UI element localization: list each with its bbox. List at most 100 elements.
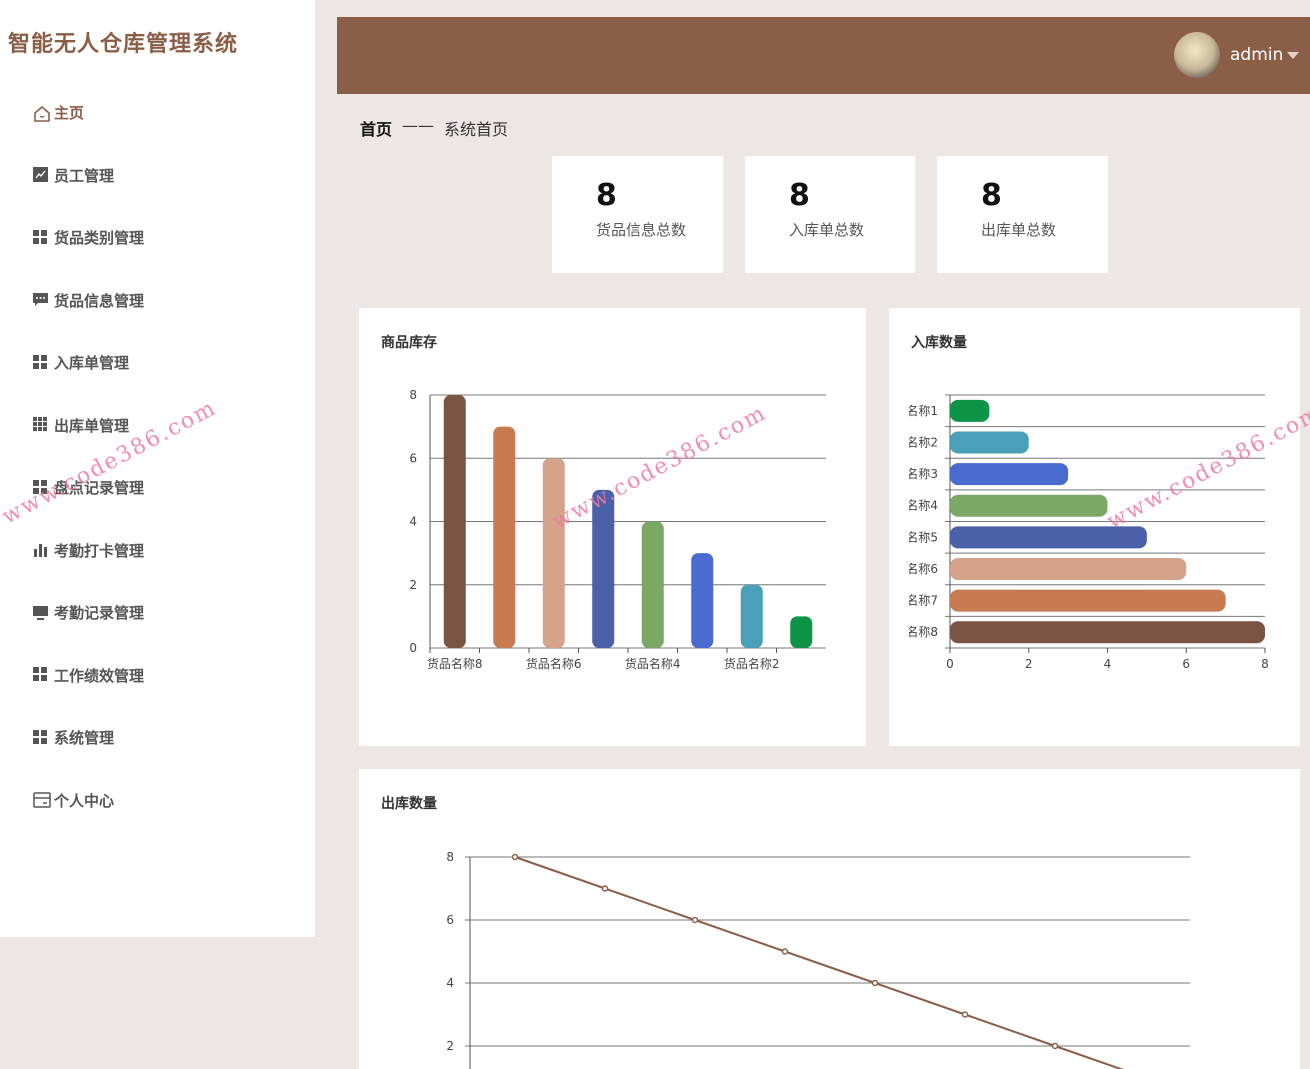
y-tick-label: 8 <box>409 388 417 402</box>
bar <box>790 616 813 648</box>
sidebar-item[interactable]: 个人中心 <box>33 790 114 811</box>
sidebar-item-label: 考勤记录管理 <box>54 604 145 622</box>
y-tick-label: 货品名称7 <box>889 593 938 608</box>
stat-card-inbound: 8 入库单总数 <box>745 156 915 273</box>
sidebar-item[interactable]: 员工管理 <box>33 165 114 186</box>
bar <box>493 426 516 648</box>
sidebar-item-label: 盘点记录管理 <box>54 479 145 497</box>
stock-chart: 0 2 4 6 8 货品名称8 货品名称6 货品名称4 货品名称2 <box>409 388 826 671</box>
bar-chart-icon <box>33 542 49 558</box>
sidebar: 智能无人仓库管理系统 主页员工管理货品类别管理货品信息管理入库单管理出库单管理盘… <box>0 0 315 937</box>
sidebar-item[interactable]: 出库单管理 <box>33 415 129 436</box>
stat-label: 出库单总数 <box>981 221 1057 239</box>
y-tick-label: 4 <box>446 976 454 990</box>
bar <box>950 431 1029 454</box>
username[interactable]: admin <box>1230 45 1283 65</box>
x-tick-label: 货品名称6 <box>526 656 582 671</box>
y-tick-label: 8 <box>446 850 454 864</box>
y-tick-label: 货品名称4 <box>889 498 938 513</box>
sidebar-item-label: 工作绩效管理 <box>54 666 145 685</box>
sidebar-item-label: 主页 <box>54 104 85 122</box>
sidebar-item[interactable]: 货品类别管理 <box>33 227 144 248</box>
sidebar-item[interactable]: 系统管理 <box>33 727 114 748</box>
bar <box>443 395 466 648</box>
home-icon <box>33 105 50 122</box>
data-point <box>1051 1042 1059 1050</box>
breadcrumb-current: 系统首页 <box>444 120 509 139</box>
outbound-chart: 02468 <box>446 850 1190 1069</box>
y-tick-label: 货品名称3 <box>889 466 938 481</box>
bar <box>641 521 664 648</box>
sidebar-item[interactable]: 考勤记录管理 <box>33 602 144 623</box>
sidebar-item[interactable]: 考勤打卡管理 <box>33 540 144 561</box>
x-tick-label: 4 <box>1104 657 1112 671</box>
grid-icon <box>33 479 49 496</box>
sidebar-item[interactable]: 盘点记录管理 <box>33 477 144 498</box>
data-point <box>961 1011 969 1018</box>
stat-label: 货品信息总数 <box>596 221 687 239</box>
sidebar-item-label: 考勤打卡管理 <box>54 541 145 560</box>
x-tick-label: 8 <box>1261 657 1269 671</box>
y-tick-label: 6 <box>409 451 417 465</box>
sidebar-item-label: 员工管理 <box>54 166 115 185</box>
grid-icon <box>33 667 49 683</box>
bar <box>950 589 1226 612</box>
stat-label: 入库单总数 <box>789 221 865 239</box>
stat-value: 8 <box>596 178 617 213</box>
chart-icon <box>33 167 49 183</box>
sidebar-item[interactable]: 入库单管理 <box>33 352 129 373</box>
chevron-down-icon[interactable] <box>1287 52 1299 59</box>
card-icon <box>33 792 51 808</box>
x-tick-label: 货品名称2 <box>724 656 780 671</box>
top-header: admin <box>337 17 1310 94</box>
series-line <box>514 856 1124 1069</box>
sidebar-item-label: 货品类别管理 <box>54 229 145 247</box>
y-tick-label: 4 <box>409 515 417 529</box>
inbound-chart-card: 入库数量 02468货品名称1货品名称2货品名称3货品名称4货品名称5货品名称6… <box>889 308 1300 746</box>
monitor-icon <box>33 605 49 621</box>
grid-icon <box>33 229 49 246</box>
bar <box>740 584 763 648</box>
x-tick-label: 货品名称8 <box>427 656 483 671</box>
x-tick-label: 0 <box>946 657 954 671</box>
breadcrumb-home[interactable]: 首页 <box>360 116 392 140</box>
breadcrumb-separator: —— <box>402 116 435 135</box>
sidebar-item-label: 入库单管理 <box>54 354 130 372</box>
sidebar-item[interactable]: 主页 <box>33 102 84 123</box>
y-tick-label: 货品名称2 <box>889 434 938 449</box>
bar <box>950 621 1265 644</box>
data-point <box>781 948 789 955</box>
y-tick-label: 0 <box>409 641 417 655</box>
stock-chart-card: 商品库存 0 2 4 6 8 货品名称8 货品名称6 货品名称4 货品名称2 <box>359 308 866 746</box>
app-title: 智能无人仓库管理系统 <box>8 32 239 57</box>
x-tick-label: 2 <box>1025 657 1033 671</box>
grid-icon <box>33 729 49 746</box>
bar <box>950 494 1108 517</box>
breadcrumb: 首页 —— 系统首页 <box>360 116 508 140</box>
bar <box>691 553 714 648</box>
bar <box>592 489 615 648</box>
y-tick-label: 货品名称5 <box>889 529 938 544</box>
stat-value: 8 <box>981 178 1002 213</box>
avatar[interactable] <box>1174 32 1220 78</box>
data-point <box>511 853 519 861</box>
sidebar-item[interactable]: 工作绩效管理 <box>33 665 144 686</box>
bar <box>950 399 990 422</box>
data-point <box>871 979 879 987</box>
bar <box>950 557 1187 580</box>
data-point <box>691 916 699 924</box>
sidebar-item-label: 系统管理 <box>54 729 115 747</box>
stat-card-goods: 8 货品信息总数 <box>552 156 723 273</box>
x-tick-label: 货品名称4 <box>625 656 681 671</box>
grid-icon <box>33 354 49 371</box>
y-tick-label: 货品名称1 <box>889 403 938 418</box>
message-icon <box>33 292 49 308</box>
y-tick-label: 货品名称8 <box>889 624 938 639</box>
stat-card-outbound: 8 出库单总数 <box>937 156 1108 273</box>
data-point <box>601 885 609 892</box>
stat-value: 8 <box>789 178 810 213</box>
sidebar-item-label: 出库单管理 <box>54 416 130 435</box>
y-tick-label: 货品名称6 <box>889 561 938 576</box>
bar <box>542 458 565 648</box>
sidebar-item[interactable]: 货品信息管理 <box>33 290 144 311</box>
